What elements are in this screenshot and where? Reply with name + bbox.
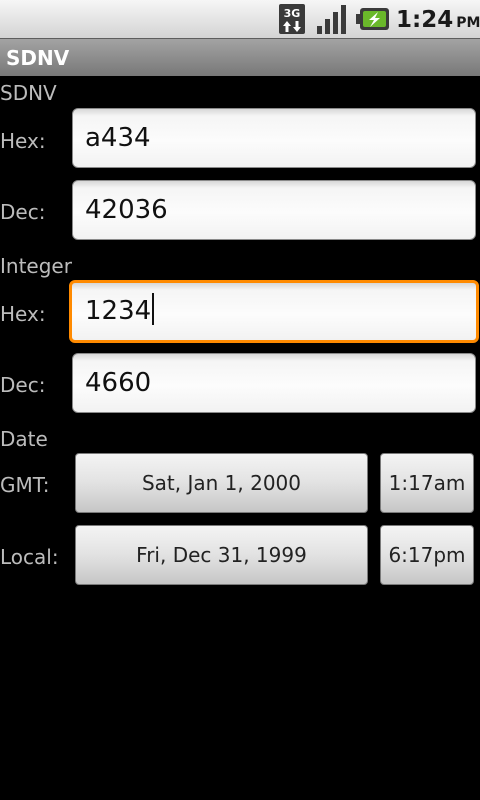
- integer-dec-value: 4660: [85, 368, 152, 398]
- sdnv-dec-value: 42036: [85, 195, 168, 225]
- 3g-data-icon: 3G: [279, 4, 305, 34]
- integer-dec-input[interactable]: 4660: [72, 353, 476, 413]
- app-title-bar: SDNV: [0, 38, 480, 76]
- sdnv-dec-input[interactable]: 42036: [72, 180, 476, 240]
- date-section-label: Date: [0, 427, 48, 451]
- sdnv-hex-value: a434: [85, 123, 151, 153]
- status-bar: 3G 1:24 PM: [0, 0, 480, 38]
- sdnv-hex-label: Hex:: [0, 129, 46, 153]
- status-clock-time: 1:24: [396, 7, 454, 33]
- integer-section-label: Integer: [0, 254, 72, 278]
- status-clock: 1:24 PM: [396, 5, 480, 35]
- local-label: Local:: [0, 545, 59, 569]
- status-clock-ampm: PM: [456, 15, 480, 31]
- sdnv-dec-label: Dec:: [0, 200, 46, 224]
- gmt-time-button[interactable]: 1:17am: [380, 453, 474, 513]
- sdnv-section-label: SDNV: [0, 81, 57, 105]
- integer-dec-label: Dec:: [0, 373, 46, 397]
- text-cursor: [152, 292, 155, 325]
- battery-charging-icon: [356, 8, 389, 30]
- gmt-date-button[interactable]: Sat, Jan 1, 2000: [75, 453, 368, 513]
- local-date-button[interactable]: Fri, Dec 31, 1999: [75, 525, 368, 585]
- svg-text:3G: 3G: [284, 7, 301, 20]
- signal-icon: [317, 5, 346, 34]
- gmt-label: GMT:: [0, 473, 50, 497]
- local-time-button[interactable]: 6:17pm: [380, 525, 474, 585]
- sdnv-hex-input[interactable]: a434: [72, 108, 476, 168]
- integer-hex-input[interactable]: 1234: [69, 280, 479, 343]
- integer-hex-label: Hex:: [0, 302, 46, 326]
- app-title: SDNV: [6, 46, 70, 70]
- integer-hex-value: 1234: [85, 296, 152, 326]
